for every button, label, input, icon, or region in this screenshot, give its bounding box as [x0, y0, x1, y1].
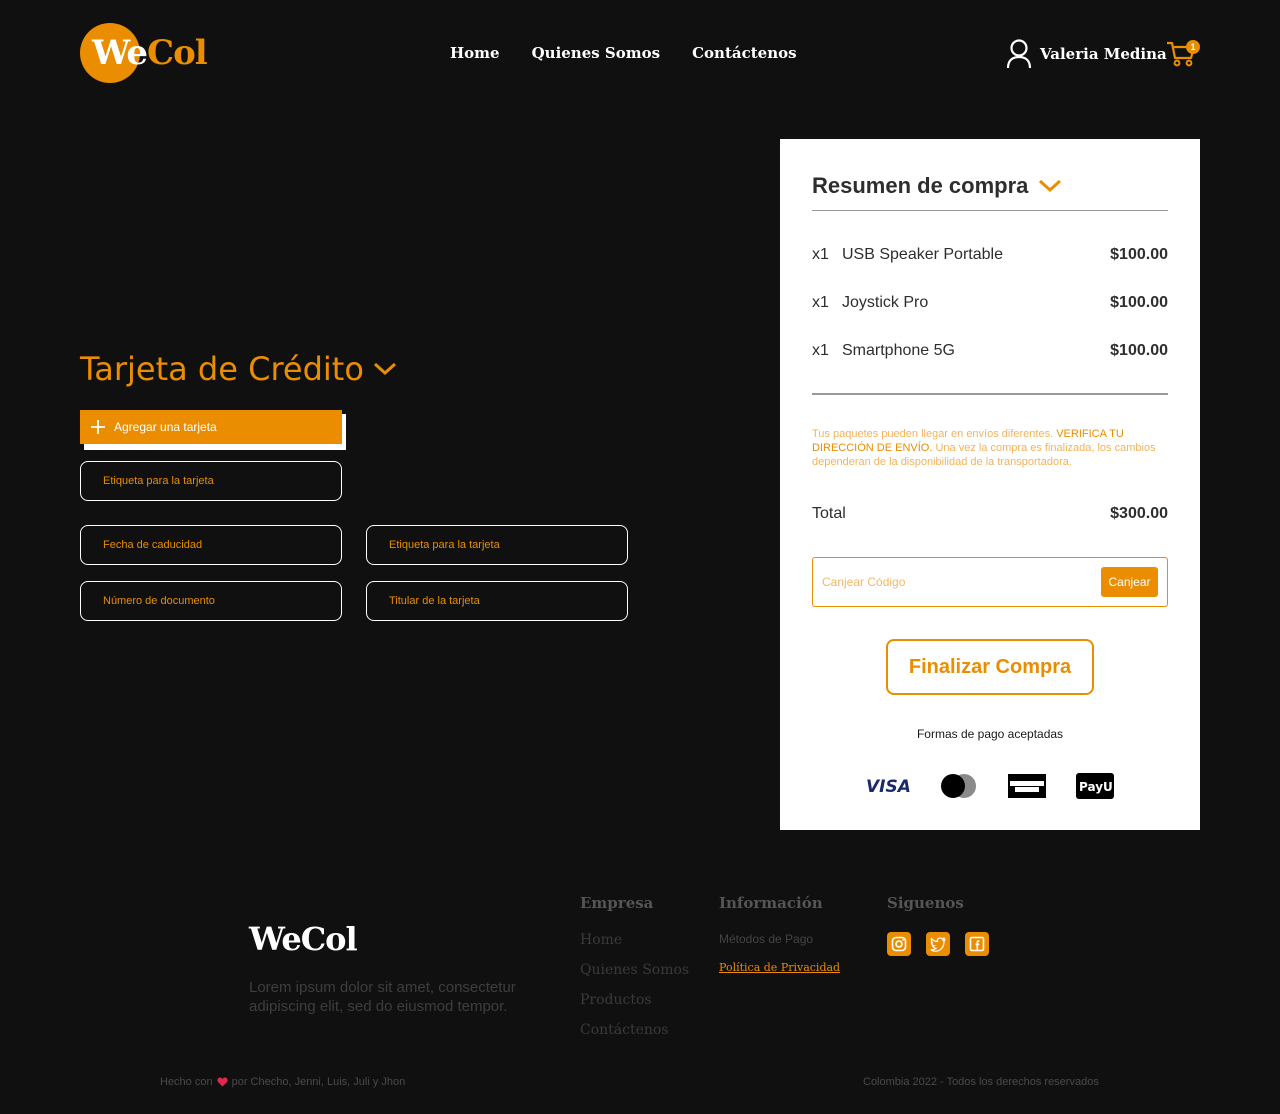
footer-link-payment-methods[interactable]: Métodos de Pago — [719, 932, 840, 946]
footer-link-quienes-somos[interactable]: Quienes Somos — [580, 962, 689, 978]
item-name: Joystick Pro — [842, 294, 929, 311]
shipping-note: Tus paquetes pueden llegar en envíos dif… — [812, 428, 1156, 468]
summary-item: x1 Joystick Pro $100.00 — [812, 294, 1168, 312]
item-name: Smartphone 5G — [842, 342, 955, 359]
summary-item: x1 USB Speaker Portable $100.00 — [812, 246, 1168, 264]
social-icons — [887, 932, 989, 956]
chevron-down-icon — [373, 362, 396, 376]
footer-description: Lorem ipsum dolor sit amet, consectetur … — [249, 979, 516, 1015]
credit-card-title[interactable]: Tarjeta de Crédito — [80, 350, 398, 388]
cart-count-badge: 1 — [1186, 40, 1200, 54]
main-nav: Home Quienes Somos Contáctenos — [450, 44, 797, 62]
logo-text: WeCol — [92, 33, 208, 73]
item-price: $100.00 — [1110, 342, 1168, 359]
item-qty: x1 — [812, 246, 829, 263]
expiry-date-field[interactable]: Fecha de caducidad — [80, 525, 342, 565]
payu-icon: PayU — [1076, 773, 1114, 799]
payment-methods-title: Formas de pago aceptadas — [916, 727, 1064, 741]
item-qty: x1 — [812, 342, 829, 359]
user-name: Valeria Medina — [1040, 45, 1167, 63]
summary-title-text: Resumen de compra — [812, 173, 1029, 198]
svg-text:PayU: PayU — [1079, 780, 1113, 794]
add-card-button[interactable]: Agregar una tarjeta — [80, 410, 346, 450]
footer-company: Empresa Home Quienes Somos Productos Con… — [580, 894, 689, 1052]
card-label-field-2[interactable]: Etiqueta para la tarjeta — [366, 525, 628, 565]
footer-social: Siguenos — [887, 894, 989, 956]
amex-icon — [1008, 774, 1046, 798]
summary-item: x1 Smartphone 5G $100.00 — [812, 342, 1168, 360]
total-row: Total $300.00 — [812, 505, 1168, 523]
nav-contactenos[interactable]: Contáctenos — [692, 44, 796, 62]
twitter-icon[interactable] — [926, 932, 950, 956]
add-card-face: Agregar una tarjeta — [80, 410, 342, 444]
visa-icon: VISA — [866, 777, 910, 795]
payment-methods: VISA PayU — [866, 773, 1114, 799]
promo-code-box: Canjear Código Canjear — [812, 557, 1168, 607]
promo-code-input[interactable]: Canjear Código — [822, 575, 905, 589]
footer-link-contactenos[interactable]: Contáctenos — [580, 1022, 689, 1038]
add-card-label: Agregar una tarjeta — [114, 420, 217, 434]
summary-title[interactable]: Resumen de compra — [812, 173, 1062, 199]
finish-purchase-button[interactable]: Finalizar Compra — [886, 639, 1094, 695]
divider — [812, 210, 1168, 211]
footer-info-title: Información — [719, 894, 823, 912]
copyright: Colombia 2022 - Todos los derechos reser… — [863, 1076, 1099, 1088]
user-icon — [1006, 39, 1032, 69]
redeem-button[interactable]: Canjear — [1101, 567, 1158, 597]
card-label-field[interactable]: Etiqueta para la tarjeta — [80, 461, 342, 501]
item-qty: x1 — [812, 294, 829, 311]
footer-link-home[interactable]: Home — [580, 932, 689, 948]
item-name: USB Speaker Portable — [842, 246, 1003, 263]
credit-card-title-text: Tarjeta de Crédito — [80, 350, 364, 388]
divider — [812, 393, 1168, 395]
chevron-down-icon — [1039, 179, 1062, 193]
nav-home[interactable]: Home — [450, 44, 500, 62]
user-menu[interactable]: Valeria Medina — [1006, 39, 1167, 69]
nav-quienes-somos[interactable]: Quienes Somos — [532, 44, 661, 62]
footer-company-title: Empresa — [580, 894, 654, 912]
footer-link-productos[interactable]: Productos — [580, 992, 689, 1008]
heart-icon — [216, 1077, 228, 1087]
document-number-field[interactable]: Número de documento — [80, 581, 342, 621]
mastercard-icon — [941, 774, 976, 798]
footer-social-title: Siguenos — [887, 894, 964, 912]
total-label: Total — [812, 505, 846, 522]
logo[interactable]: WeCol — [80, 23, 210, 83]
footer-info: Información Métodos de Pago Política de … — [719, 894, 840, 976]
footer-link-privacy[interactable]: Política de Privacidad — [719, 961, 840, 974]
footer-logo[interactable]: WeCol — [249, 920, 358, 958]
purchase-summary: Resumen de compra x1 USB Speaker Portabl… — [780, 139, 1200, 830]
plus-icon — [91, 420, 105, 434]
instagram-icon[interactable] — [887, 932, 911, 956]
item-price: $100.00 — [1110, 294, 1168, 311]
item-price: $100.00 — [1110, 246, 1168, 263]
total-value: $300.00 — [1110, 505, 1168, 522]
card-holder-field[interactable]: Titular de la tarjeta — [366, 581, 628, 621]
facebook-icon[interactable] — [965, 932, 989, 956]
cart-button[interactable]: 1 — [1166, 40, 1200, 70]
made-with: Hecho con por Checho, Jenni, Luis, Juli … — [160, 1076, 406, 1088]
svg-text:VISA: VISA — [866, 777, 910, 795]
